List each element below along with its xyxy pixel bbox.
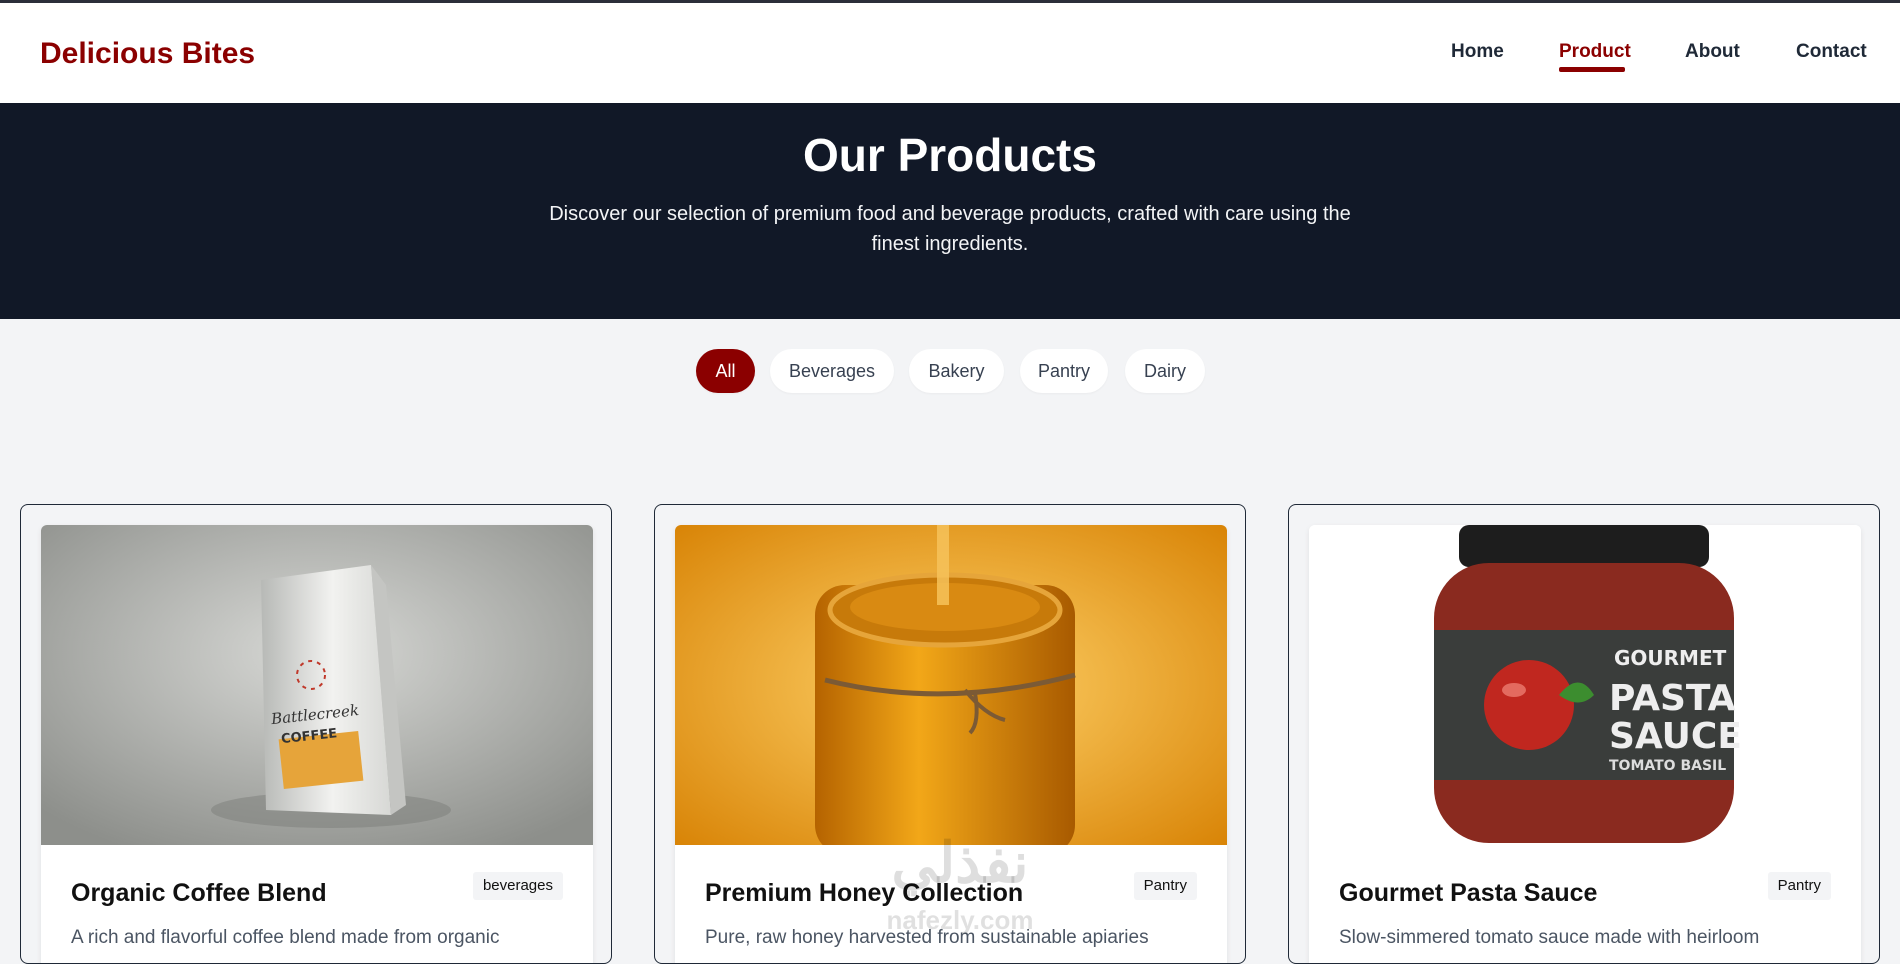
product-card[interactable]: GOURMET PASTA SAUCE TOMATO BASIL Gourmet… xyxy=(1288,504,1880,964)
category-badge: beverages xyxy=(472,872,563,900)
svg-text:GOURMET: GOURMET xyxy=(1614,646,1727,670)
filter-all[interactable]: All xyxy=(696,349,755,393)
filter-bakery[interactable]: Bakery xyxy=(909,349,1004,393)
product-card-inner: GOURMET PASTA SAUCE TOMATO BASIL Gourmet… xyxy=(1309,525,1861,963)
honey-jar-image xyxy=(675,525,1227,845)
nav-product[interactable]: Product xyxy=(1559,41,1631,63)
nav-home[interactable]: Home xyxy=(1451,41,1504,63)
product-card-inner: Battlecreek COFFEE Organic Coffee Blend … xyxy=(41,525,593,963)
category-filters: All Beverages Bakery Pantry Dairy xyxy=(0,349,1900,395)
filter-beverages[interactable]: Beverages xyxy=(770,349,894,393)
nav-contact[interactable]: Contact xyxy=(1796,41,1867,63)
active-nav-underline xyxy=(1559,67,1625,72)
category-badge: Pantry xyxy=(1767,872,1831,900)
product-card-inner: Premium Honey Collection Pantry Pure, ra… xyxy=(675,525,1227,963)
category-badge: Pantry xyxy=(1133,872,1197,900)
pasta-sauce-jar-image: GOURMET PASTA SAUCE TOMATO BASIL xyxy=(1309,525,1861,845)
hero-section: Our Products Discover our selection of p… xyxy=(0,103,1900,319)
svg-text:PASTA: PASTA xyxy=(1609,678,1736,719)
svg-text:SAUCE: SAUCE xyxy=(1609,716,1742,757)
nav-about[interactable]: About xyxy=(1685,41,1740,63)
product-title: Organic Coffee Blend xyxy=(71,879,327,907)
product-title: Gourmet Pasta Sauce xyxy=(1339,879,1598,907)
page-description: Discover our selection of premium food a… xyxy=(549,203,1351,255)
brand-logo[interactable]: Delicious Bites xyxy=(40,37,255,71)
product-card[interactable]: Battlecreek COFFEE Organic Coffee Blend … xyxy=(20,504,612,964)
product-title: Premium Honey Collection xyxy=(705,879,1024,907)
product-card[interactable]: Premium Honey Collection Pantry Pure, ra… xyxy=(654,504,1246,964)
site-header: Delicious Bites Home Product About Conta… xyxy=(0,3,1900,103)
svg-text:TOMATO BASIL: TOMATO BASIL xyxy=(1609,758,1726,774)
product-description: A rich and flavorful coffee blend made f… xyxy=(71,927,500,948)
coffee-bag-image: Battlecreek COFFEE xyxy=(41,525,593,845)
filter-dairy[interactable]: Dairy xyxy=(1125,349,1205,393)
page-title: Our Products xyxy=(803,129,1097,181)
product-description: Pure, raw honey harvested from sustainab… xyxy=(705,927,1149,948)
filter-pantry[interactable]: Pantry xyxy=(1020,349,1108,393)
product-description: Slow-simmered tomato sauce made with hei… xyxy=(1339,927,1760,948)
